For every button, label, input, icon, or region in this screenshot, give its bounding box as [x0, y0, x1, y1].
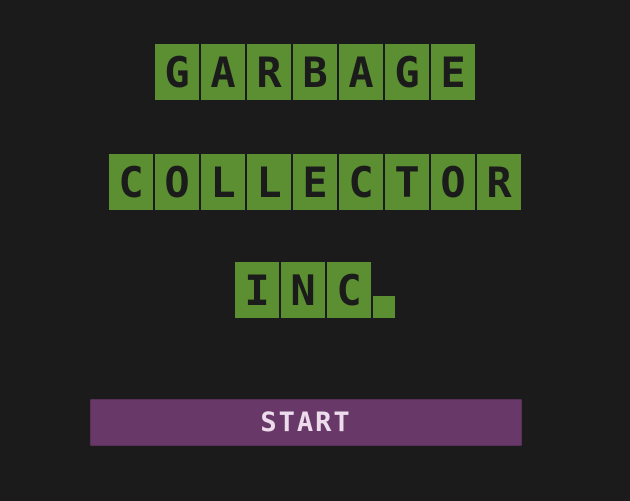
start-button-label: START — [260, 407, 352, 438]
title-letter-char: I — [244, 265, 270, 315]
title-line-3: INC — [0, 262, 630, 318]
title-letter: N — [281, 262, 325, 318]
title-letter: E — [293, 154, 337, 210]
title-letter: B — [293, 44, 337, 100]
title-letter-char: E — [440, 47, 466, 97]
title-letter: A — [339, 44, 383, 100]
title-letter-char: A — [210, 47, 236, 97]
title-letter: I — [235, 262, 279, 318]
title-letter-char: N — [290, 265, 316, 315]
title-letter: L — [201, 154, 245, 210]
title-letter: R — [247, 44, 291, 100]
title-letter: G — [385, 44, 429, 100]
title-letter-char: E — [302, 157, 328, 207]
title-letter-char: G — [394, 47, 420, 97]
title-letter: C — [339, 154, 383, 210]
title-letter: C — [109, 154, 153, 210]
title-letter-char: R — [486, 157, 512, 207]
title-letter: G — [155, 44, 199, 100]
title-letter: L — [247, 154, 291, 210]
title-letter: C — [327, 262, 371, 318]
title-letter-char: A — [348, 47, 374, 97]
title-letter: E — [431, 44, 475, 100]
title-letter-char: C — [336, 265, 362, 315]
title-letter: O — [431, 154, 475, 210]
title-letter: R — [477, 154, 521, 210]
title-letter: T — [385, 154, 429, 210]
title-letter: O — [155, 154, 199, 210]
title-letter-char: T — [394, 157, 420, 207]
title-letter-char: G — [164, 47, 190, 97]
title-letter-char: B — [302, 47, 328, 97]
title-letter: A — [201, 44, 245, 100]
title-letter-char: C — [348, 157, 374, 207]
title-letter-char: L — [256, 157, 282, 207]
title-letter-char — [373, 296, 395, 318]
title-letter-char: C — [118, 157, 144, 207]
title-line-2: COLLECTOR — [0, 154, 630, 210]
title-letter-char: O — [164, 157, 190, 207]
title-letter-char: L — [210, 157, 236, 207]
title-letter-char: R — [256, 47, 282, 97]
start-button[interactable]: START — [90, 399, 522, 446]
title-letter — [373, 296, 395, 318]
title-line-1: GARBAGE — [0, 44, 630, 100]
title-letter-char: O — [440, 157, 466, 207]
